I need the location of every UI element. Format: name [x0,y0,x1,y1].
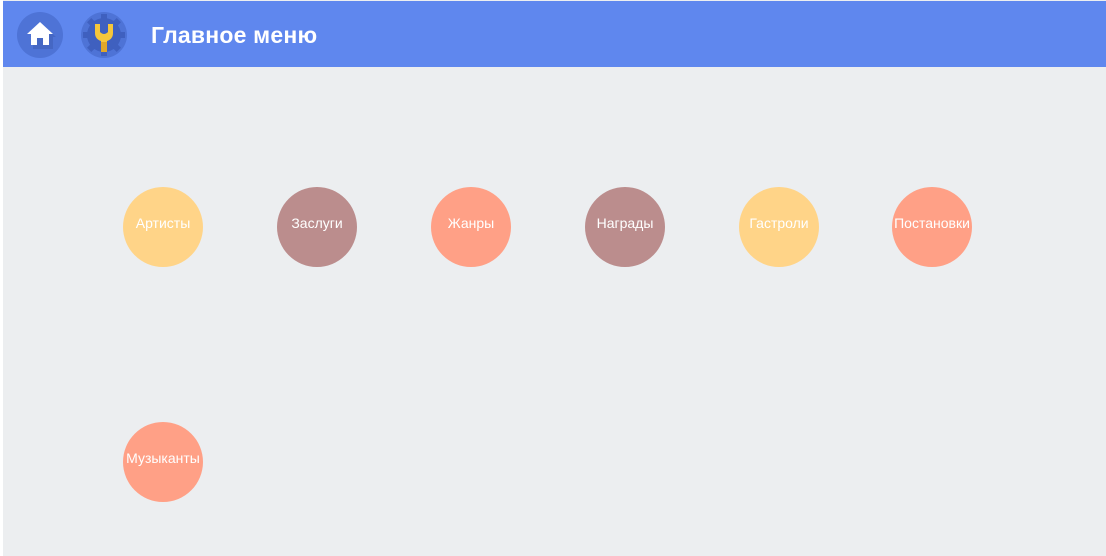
menu-item-merits[interactable]: Заслуги [277,187,357,267]
menu-item-label: Постановки [894,215,970,231]
menu-item-label: Музыканты [126,450,200,466]
menu-item-awards[interactable]: Награды [585,187,665,267]
home-icon [17,12,63,58]
menu-item-productions[interactable]: Постановки [892,187,972,267]
menu-item-genres[interactable]: Жанры [431,187,511,267]
page-title: Главное меню [151,22,318,48]
app-window: Главное меню Артисты Заслуги Жанры Награ… [3,0,1106,556]
menu-item-label: Жанры [447,215,495,231]
menu-item-musicians[interactable]: Музыканты [123,422,203,502]
menu-item-tours[interactable]: Гастроли [739,187,819,267]
settings-wrench-icon [81,12,127,58]
settings-button[interactable] [81,12,127,58]
menu-item-label: Артисты [135,215,191,231]
header-bar: Главное меню [3,1,1106,67]
home-button[interactable] [17,12,63,58]
menu-item-label: Заслуги [291,215,343,231]
menu-item-artists[interactable]: Артисты [123,187,203,267]
menu-item-label: Гастроли [749,215,809,231]
menu-item-label: Награды [596,215,654,231]
